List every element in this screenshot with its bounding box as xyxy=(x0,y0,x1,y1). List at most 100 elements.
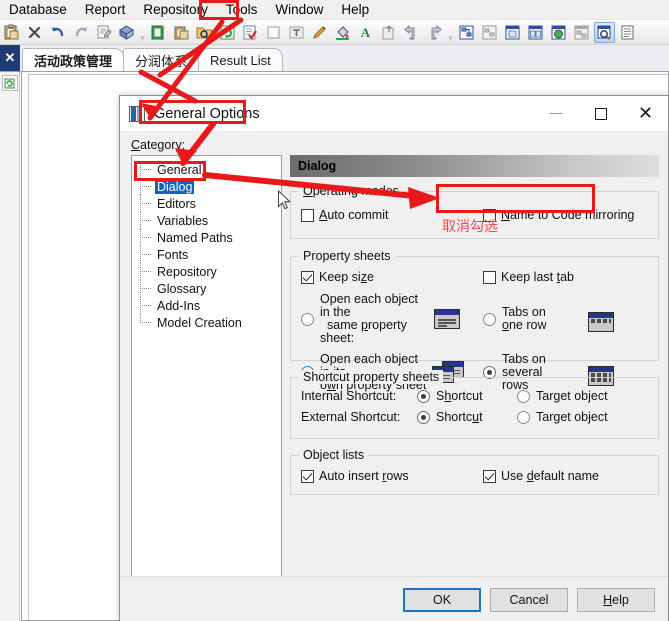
radio-button-external-shortcut[interactable] xyxy=(417,411,430,424)
delete-x-icon[interactable] xyxy=(24,22,45,43)
checkbox-box-keep-size[interactable] xyxy=(301,270,314,284)
checkbox-keep-last-tab[interactable]: Keep last tab xyxy=(483,270,574,284)
category-label: CCategory:ategory: xyxy=(131,138,186,152)
chinese-annotation-uncheck: 取消勾选 xyxy=(442,219,498,235)
pencil-icon[interactable] xyxy=(309,22,330,43)
radio-external-shortcut[interactable]: Shortcut xyxy=(417,411,517,424)
undo-icon[interactable] xyxy=(47,22,68,43)
group-property-sheets: Property sheets Keep size Keep last tab xyxy=(290,249,659,392)
browse-diagram-icon[interactable] xyxy=(594,21,615,43)
checkbox-name-to-code-mirroring[interactable]: Name to Code mirroring xyxy=(483,208,634,222)
category-tree[interactable]: General Dialog Editors Variables Named P… xyxy=(131,155,282,588)
tab-fenruntixi[interactable]: 分润体系 xyxy=(123,48,200,71)
app-window: Database Report Repository Tools Window … xyxy=(0,0,669,621)
menu-item-database[interactable]: Database xyxy=(0,0,76,20)
export-icon[interactable] xyxy=(378,22,399,43)
minimize-icon[interactable] xyxy=(533,96,578,131)
ok-button[interactable]: OK xyxy=(403,587,481,612)
mouse-cursor xyxy=(277,189,292,211)
globe-diagram-icon[interactable] xyxy=(548,22,569,43)
dialog-title: General Options xyxy=(154,105,260,122)
checkbox-box-auto-insert-rows[interactable] xyxy=(301,469,314,483)
checkbox-use-default-name[interactable]: Use default name xyxy=(483,469,599,483)
group-legend-object-lists: Object lists xyxy=(299,448,369,462)
tree-branch-icon xyxy=(138,280,155,297)
menu-item-help[interactable]: Help xyxy=(332,0,378,20)
menu-item-tools[interactable]: Tools xyxy=(217,0,267,20)
close-workspace-icon[interactable]: ✕ xyxy=(0,45,20,71)
network-diagram-icon[interactable] xyxy=(571,22,592,43)
checkbox-box-use-default-name[interactable] xyxy=(483,469,496,483)
label-external-shortcut: External Shortcut: xyxy=(301,410,401,424)
two-page-icon[interactable] xyxy=(525,22,546,43)
tree-branch-icon xyxy=(138,297,155,314)
text-frame-icon[interactable] xyxy=(286,22,307,43)
fill-color-icon[interactable] xyxy=(332,22,353,43)
svg-text:A: A xyxy=(361,25,371,40)
checkbox-auto-insert-rows[interactable]: Auto insert rows xyxy=(301,469,483,483)
diagram-icon[interactable] xyxy=(456,22,477,43)
tree-item-add-ins[interactable]: Add-Ins xyxy=(138,297,281,314)
tree-item-repository[interactable]: Repository xyxy=(138,263,281,280)
previous-icon[interactable] xyxy=(401,22,422,43)
maximize-icon[interactable] xyxy=(578,96,623,131)
help-button[interactable]: Help xyxy=(577,587,655,612)
find-objects-icon[interactable] xyxy=(194,22,215,43)
redo-icon[interactable] xyxy=(70,22,91,43)
tab-huodongzhengceguanli[interactable]: 活动政策管理 xyxy=(22,48,125,71)
tree-item-dialog[interactable]: Dialog xyxy=(138,178,281,195)
tree-item-variables[interactable]: Variables xyxy=(138,212,281,229)
tree-item-editors[interactable]: Editors xyxy=(138,195,281,212)
new-model-icon[interactable] xyxy=(148,22,169,43)
radio-label-external-target-object: Target object xyxy=(536,410,608,424)
tree-item-fonts[interactable]: Fonts xyxy=(138,246,281,263)
radio-button-internal-shortcut[interactable] xyxy=(417,390,430,403)
menu-item-repository[interactable]: Repository xyxy=(134,0,217,20)
checkbox-label-auto-insert-rows: Auto insert rows xyxy=(319,469,409,483)
tree-item-named-paths[interactable]: Named Paths xyxy=(138,229,281,246)
radio-label-external-shortcut: Shortcut xyxy=(436,410,483,424)
toolbar-overflow-chevron-1[interactable] xyxy=(138,22,147,43)
refresh-icon[interactable] xyxy=(217,22,238,43)
radio-open-same-property-sheet[interactable]: Open each object in the same property she… xyxy=(301,293,483,345)
radio-internal-shortcut[interactable]: Shortcut xyxy=(417,390,517,403)
sub-diagram-icon[interactable] xyxy=(479,22,500,43)
checkbox-box-keep-last-tab[interactable] xyxy=(483,270,496,284)
tabs-one-row-icon xyxy=(588,312,614,332)
menu-item-report[interactable]: Report xyxy=(76,0,135,20)
close-icon[interactable]: ✕ xyxy=(623,96,668,131)
menu-bar: Database Report Repository Tools Window … xyxy=(0,0,669,20)
properties-icon[interactable] xyxy=(93,22,114,43)
radio-label-open-same: Open each object in the same property she… xyxy=(320,292,418,345)
package-icon[interactable] xyxy=(116,22,137,43)
menu-item-window[interactable]: Window xyxy=(266,0,332,20)
group-legend-property-sheets: Property sheets xyxy=(299,249,395,263)
font-color-icon[interactable]: A xyxy=(355,22,376,43)
next-icon[interactable] xyxy=(424,22,445,43)
checkbox-keep-size[interactable]: Keep size xyxy=(301,270,483,284)
checkbox-box-auto-commit[interactable] xyxy=(301,208,314,222)
blank-page-icon[interactable] xyxy=(263,22,284,43)
radio-button-internal-target-object[interactable] xyxy=(517,390,530,403)
tree-item-glossary[interactable]: Glossary xyxy=(138,280,281,297)
open-model-icon[interactable] xyxy=(171,22,192,43)
dialog-title-bar[interactable]: General Options ✕ xyxy=(120,96,668,131)
radio-external-target-object[interactable]: Target object xyxy=(517,411,608,424)
paste-icon[interactable] xyxy=(1,22,22,43)
list-icon[interactable] xyxy=(617,22,638,43)
radio-tabs-one-row[interactable]: Tabs on one row xyxy=(483,306,614,332)
page-icon[interactable] xyxy=(502,22,523,43)
tab-result-list[interactable]: Result List xyxy=(198,48,283,71)
toolbar-group-diagram xyxy=(455,20,639,44)
toolbar-overflow-chevron-2[interactable] xyxy=(446,22,455,43)
tree-item-model-creation[interactable]: Model Creation xyxy=(138,314,281,331)
model-node-icon[interactable] xyxy=(1,75,18,91)
radio-button-external-target-object[interactable] xyxy=(517,411,530,424)
check-model-icon[interactable] xyxy=(240,22,261,43)
radio-button-open-same[interactable] xyxy=(301,312,314,326)
cancel-button[interactable]: Cancel xyxy=(490,587,568,612)
radio-internal-target-object[interactable]: Target object xyxy=(517,390,608,403)
radio-button-tabs-one-row[interactable] xyxy=(483,312,496,326)
checkbox-label-keep-last-tab: Keep last tab xyxy=(501,270,574,284)
tree-item-general[interactable]: General xyxy=(138,161,281,178)
